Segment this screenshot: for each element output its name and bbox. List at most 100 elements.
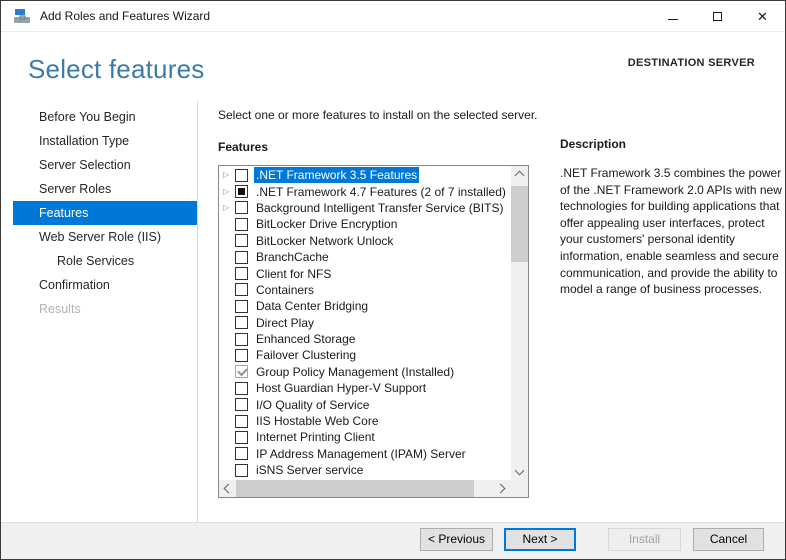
feature-checkbox[interactable] [235,250,248,264]
feature-checkbox[interactable] [235,316,248,330]
previous-button[interactable]: < Previous [420,528,493,551]
feature-label: Enhanced Storage [256,332,356,347]
feature-label: BitLocker Drive Encryption [256,217,398,232]
feature-checkbox[interactable] [235,185,248,199]
wizard-steps-nav: Before You Begin Installation Type Server … [1,105,197,321]
next-button[interactable]: Next > [504,528,576,551]
feature-row[interactable]: IIS Hostable Web Core [219,413,510,429]
feature-row[interactable]: Client for NFS [219,265,510,281]
feature-row[interactable]: Internet Printing Client [219,429,510,445]
chevron-down-icon [514,465,525,476]
sidebar-item-confirmation[interactable]: Confirmation [1,273,197,297]
feature-label: Internet Printing Client [256,430,375,445]
feature-row[interactable]: Group Policy Management (Installed) [219,364,510,380]
feature-row[interactable]: Host Guardian Hyper-V Support [219,380,510,396]
scroll-up-button[interactable] [511,166,528,183]
minimize-button[interactable] [650,1,695,31]
feature-checkbox[interactable] [235,447,248,461]
expander-triangle-icon[interactable]: ▷ [223,171,235,179]
sidebar-item-server-selection[interactable]: Server Selection [1,153,197,177]
feature-checkbox[interactable] [235,332,248,346]
sidebar-item-installation-type[interactable]: Installation Type [1,129,197,153]
feature-checkbox[interactable] [235,283,248,297]
feature-row[interactable]: Direct Play [219,315,510,331]
feature-checkbox[interactable] [235,430,248,444]
vertical-scroll-thumb[interactable] [511,186,528,262]
feature-label: BranchCache [256,250,329,265]
wizard-window: Add Roles and Features Wizard ✕ Select f… [0,0,786,560]
feature-label: .NET Framework 4.7 Features (2 of 7 inst… [256,184,506,199]
feature-checkbox[interactable] [235,217,248,231]
window-title: Add Roles and Features Wizard [40,9,211,23]
feature-label: IP Address Management (IPAM) Server [256,446,466,461]
feature-row[interactable]: Failover Clustering [219,347,510,363]
feature-checkbox[interactable] [235,168,248,182]
feature-checkbox[interactable] [235,398,248,412]
feature-label: Background Intelligent Transfer Service … [256,200,504,215]
horizontal-scrollbar[interactable] [219,480,511,497]
feature-row[interactable]: IP Address Management (IPAM) Server [219,446,510,462]
chevron-right-icon [495,483,506,494]
sidebar-item-web-server-role-iis-[interactable]: Web Server Role (IIS) [1,225,197,249]
feature-row[interactable]: ▷ .NET Framework 3.5 Features [219,167,510,184]
feature-checkbox[interactable] [235,463,248,477]
footer-bar: < Previous Next > Install Cancel [1,522,785,559]
feature-checkbox[interactable] [235,299,248,313]
feature-checkbox[interactable] [235,381,248,395]
expander-triangle-icon[interactable]: ▷ [223,187,235,196]
close-icon: ✕ [757,8,768,24]
features-rows: ▷ .NET Framework 3.5 Features ▷ .NET Framew… [219,167,510,478]
close-button[interactable]: ✕ [740,1,785,31]
cancel-button[interactable]: Cancel [693,528,764,551]
title-bar[interactable]: Add Roles and Features Wizard ✕ [1,1,785,32]
feature-label: Client for NFS [256,266,332,281]
sidebar-divider [197,101,198,524]
feature-row[interactable]: Data Center Bridging [219,298,510,314]
feature-label: Host Guardian Hyper-V Support [256,381,427,396]
vertical-scrollbar[interactable] [511,166,528,480]
sidebar-item-role-services[interactable]: Role Services [1,249,197,273]
feature-label: I/O Quality of Service [256,397,370,412]
feature-checkbox[interactable] [235,234,248,248]
feature-label: BitLocker Network Unlock [256,233,394,248]
scroll-right-button[interactable] [494,480,511,497]
page-title: Select features [28,54,205,84]
sidebar-item-features[interactable]: Features [13,201,197,225]
maximize-icon [713,11,722,21]
feature-row[interactable]: BranchCache [219,249,510,265]
destination-server-label: DESTINATION SERVER [627,57,755,69]
feature-row[interactable]: Enhanced Storage [219,331,510,347]
instruction-text: Select one or more features to install o… [218,108,538,122]
feature-label: Data Center Bridging [256,299,369,314]
feature-checkbox[interactable] [235,201,248,215]
feature-row[interactable]: Containers [219,282,510,298]
feature-label: IIS Hostable Web Core [256,414,379,429]
description-panel: Description .NET Framework 3.5 combines … [560,137,784,298]
maximize-button[interactable] [695,1,740,31]
feature-row[interactable]: I/O Quality of Service [219,396,510,412]
features-list-label: Features [218,140,269,154]
install-button: Install [608,528,681,551]
feature-row[interactable]: ▷ Background Intelligent Transfer Service… [219,200,510,216]
feature-label: Group Policy Management (Installed) [256,364,455,379]
feature-label: iSNS Server service [256,463,364,478]
feature-checkbox[interactable] [235,414,248,428]
feature-row[interactable]: ▷ .NET Framework 4.7 Features (2 of 7 ins… [219,183,510,199]
sidebar-item-server-roles[interactable]: Server Roles [1,177,197,201]
expander-triangle-icon[interactable]: ▷ [223,203,235,212]
description-text: .NET Framework 3.5 combines the power of… [560,166,782,297]
feature-row[interactable]: BitLocker Drive Encryption [219,216,510,232]
scroll-down-button[interactable] [511,463,528,480]
feature-row[interactable]: BitLocker Network Unlock [219,233,510,249]
scroll-left-button[interactable] [219,480,236,497]
minimize-icon [667,18,678,20]
server-manager-icon [14,9,30,23]
horizontal-scroll-thumb[interactable] [236,480,474,497]
feature-label: .NET Framework 3.5 Features [254,167,420,184]
features-listbox: ▷ .NET Framework 3.5 Features ▷ .NET Framew… [218,165,529,498]
feature-checkbox[interactable] [235,267,248,281]
feature-row[interactable]: iSNS Server service [219,462,510,478]
chevron-up-icon [514,170,525,181]
sidebar-item-before-you-begin[interactable]: Before You Begin [1,105,197,129]
feature-checkbox[interactable] [235,348,248,362]
